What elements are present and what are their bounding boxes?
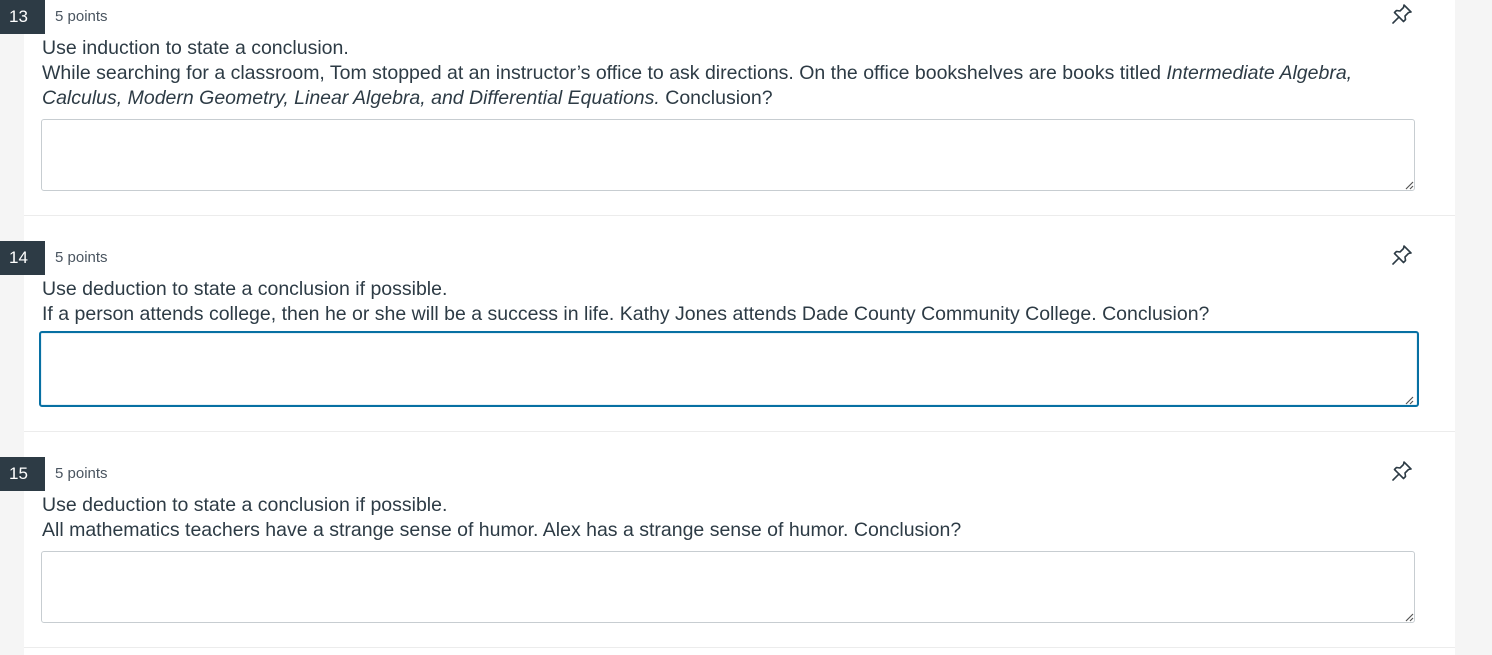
resize-grip-icon[interactable] — [1405, 181, 1414, 190]
question-text: Use induction to state a conclusion. Whi… — [42, 36, 1420, 111]
question-instruction: Use deduction to state a conclusion if p… — [42, 278, 448, 300]
pin-icon[interactable] — [1390, 243, 1414, 267]
question-points: 5 points — [55, 8, 108, 25]
prompt-segment: While searching for a classroom, Tom sto… — [42, 62, 1167, 84]
question-prompt: While searching for a classroom, Tom sto… — [42, 61, 1420, 111]
answer-textarea[interactable] — [39, 331, 1419, 407]
question-instruction: Use induction to state a conclusion. — [42, 37, 349, 59]
answer-textarea[interactable] — [41, 551, 1415, 623]
question-divider — [24, 431, 1455, 432]
quiz-page: 13 5 points Use induction to state a con… — [0, 0, 1492, 655]
question-text: Use deduction to state a conclusion if p… — [42, 493, 1420, 543]
question-divider — [24, 647, 1455, 648]
question-points: 5 points — [55, 249, 108, 266]
pin-icon-graphic — [1392, 4, 1412, 24]
resize-grip-icon[interactable] — [1405, 613, 1414, 622]
question-prompt: All mathematics teachers have a strange … — [42, 519, 962, 541]
question-points: 5 points — [55, 465, 108, 482]
question-instruction: Use deduction to state a conclusion if p… — [42, 494, 448, 516]
prompt-segment: Conclusion? — [659, 87, 773, 109]
question-number-badge: 14 — [0, 241, 45, 275]
answer-textarea[interactable] — [41, 119, 1415, 191]
question-prompt: If a person attends college, then he or … — [42, 303, 1210, 325]
question-number-badge: 13 — [0, 0, 45, 34]
question-divider — [24, 215, 1455, 216]
pin-icon[interactable] — [1390, 459, 1414, 483]
question-text: Use deduction to state a conclusion if p… — [42, 277, 1420, 327]
pin-icon-graphic — [1392, 245, 1412, 265]
question-number-badge: 15 — [0, 457, 45, 491]
pin-icon-graphic — [1392, 461, 1412, 481]
resize-grip-icon[interactable] — [1405, 396, 1414, 405]
pin-icon[interactable] — [1390, 2, 1414, 26]
